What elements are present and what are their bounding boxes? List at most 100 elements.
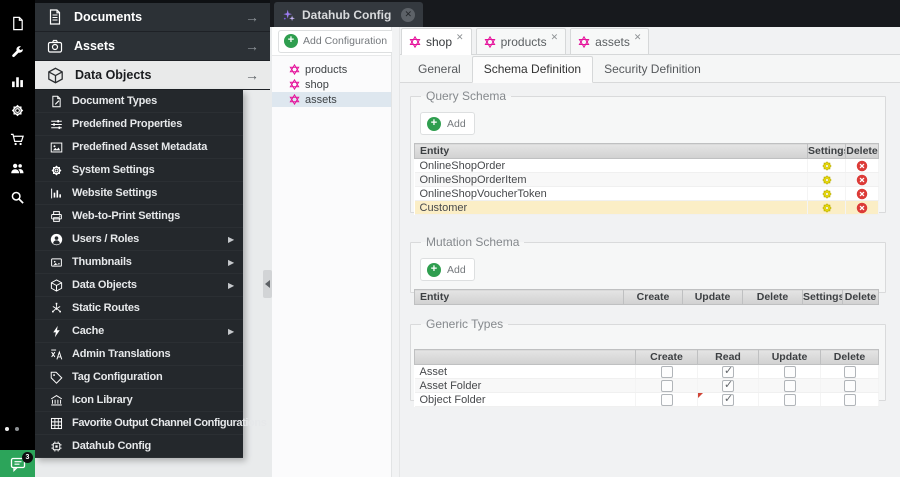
framed-image-icon — [50, 141, 63, 154]
tree-item-shop[interactable]: shop — [272, 77, 391, 92]
column-header-delete[interactable]: Delete — [845, 143, 879, 159]
menu-item-users-roles[interactable]: Users / Roles ▶ — [35, 228, 243, 251]
create-checkbox[interactable] — [660, 379, 673, 392]
column-header-delete[interactable]: Delete — [820, 349, 879, 365]
menu-item-icon-library[interactable]: Icon Library — [35, 389, 243, 412]
mutation-schema-table: Entity Create Update Delete Settings Del… — [414, 289, 879, 305]
menu-section-assets[interactable]: Assets → — [35, 32, 270, 61]
bar-chart-icon[interactable] — [0, 67, 35, 96]
menu-section-data-objects[interactable]: Data Objects → — [35, 61, 270, 90]
tree-item-assets[interactable]: assets — [272, 92, 391, 107]
cube-icon — [50, 278, 63, 292]
workspace-tab-datahub-config[interactable]: Datahub Config ✕ — [274, 2, 424, 27]
tab-products[interactable]: products ✕ — [475, 28, 567, 54]
table-row[interactable]: OnlineShopVoucherToken — [414, 186, 879, 201]
menu-item-datahub-config[interactable]: Datahub Config — [35, 435, 243, 458]
close-icon[interactable]: ✕ — [401, 7, 416, 22]
delete-icon[interactable] — [856, 188, 868, 200]
column-header-update[interactable]: Update — [682, 289, 743, 305]
column-header-entity[interactable]: Entity — [414, 289, 624, 305]
translate-icon — [50, 348, 63, 361]
read-checkbox[interactable] — [722, 365, 734, 378]
delete-checkbox[interactable] — [843, 365, 856, 378]
search-icon[interactable] — [0, 183, 35, 212]
menu-section-label: Documents — [74, 10, 143, 24]
query-schema-add-button[interactable]: + Add — [420, 112, 475, 135]
table-row[interactable]: OnlineShopOrder — [414, 158, 879, 173]
menu-item-label: Static Routes — [72, 302, 140, 314]
wrench-icon[interactable] — [0, 38, 35, 67]
column-header-update[interactable]: Update — [758, 349, 821, 365]
sidebar-collapse-handle[interactable] — [263, 270, 272, 298]
update-checkbox[interactable] — [783, 365, 796, 378]
settings-gear-icon[interactable] — [821, 160, 833, 172]
gear-icon[interactable] — [0, 96, 35, 125]
add-configuration-label: Add Configuration — [303, 35, 388, 47]
settings-gear-icon[interactable] — [821, 174, 833, 186]
column-header-entity[interactable]: Entity — [414, 143, 808, 159]
table-row[interactable]: OnlineShopOrderItem — [414, 172, 879, 187]
settings-gear-icon[interactable] — [821, 202, 833, 214]
menu-item-tag-configuration[interactable]: Tag Configuration — [35, 366, 243, 389]
notifications-button[interactable]: 3 — [0, 450, 35, 477]
panel-splitter[interactable] — [392, 27, 400, 477]
document-types-icon — [50, 95, 63, 108]
create-checkbox[interactable] — [660, 365, 673, 378]
menu-item-label: Datahub Config — [72, 440, 152, 452]
delete-icon[interactable] — [856, 202, 868, 214]
close-icon[interactable]: ✕ — [456, 32, 464, 43]
menu-item-system-settings[interactable]: System Settings — [35, 159, 243, 182]
tab-assets[interactable]: assets ✕ — [570, 28, 650, 54]
delete-checkbox[interactable] — [843, 379, 856, 392]
table-row: Asset Folder — [414, 378, 879, 393]
column-header-delete[interactable]: Delete — [842, 289, 879, 305]
menu-item-predefined-asset-metadata[interactable]: Predefined Asset Metadata — [35, 136, 243, 159]
close-icon[interactable]: ✕ — [634, 32, 642, 43]
cart-icon[interactable] — [0, 125, 35, 154]
read-checkbox[interactable] — [722, 393, 734, 406]
update-checkbox[interactable] — [783, 393, 796, 406]
document-icon[interactable] — [0, 9, 35, 38]
column-header-settings[interactable]: Settings — [807, 143, 846, 159]
menu-item-static-routes[interactable]: Static Routes — [35, 297, 243, 320]
menu-section-documents[interactable]: Documents → — [35, 3, 270, 32]
chevron-right-icon: ▶ — [228, 234, 234, 244]
subtab-general[interactable]: General — [407, 56, 472, 82]
schema-definition-content: Query Schema + Add Entity Settings Delet… — [400, 83, 900, 477]
column-header-read[interactable]: Read — [697, 349, 759, 365]
menu-item-favorite-output-channel-configurations[interactable]: Favorite Output Channel Configurations — [35, 412, 267, 435]
delete-icon[interactable] — [856, 174, 868, 186]
column-header-create[interactable]: Create — [623, 289, 683, 305]
tree-item-label: shop — [305, 78, 329, 91]
menu-section-label: Assets — [74, 39, 115, 53]
subtab-schema-definition[interactable]: Schema Definition — [471, 56, 594, 83]
close-icon[interactable]: ✕ — [551, 32, 559, 43]
settings-gear-icon[interactable] — [821, 188, 833, 200]
menu-item-thumbnails[interactable]: Thumbnails ▶ — [35, 251, 243, 274]
tab-shop[interactable]: shop ✕ — [401, 28, 472, 55]
column-header-delete[interactable]: Delete — [742, 289, 803, 305]
menu-item-label: Web-to-Print Settings — [72, 210, 181, 222]
menu-item-cache[interactable]: Cache ▶ — [35, 320, 243, 343]
hexagram-icon — [484, 36, 496, 48]
editor-tabstrip: shop ✕ products ✕ assets ✕ — [400, 27, 900, 55]
delete-checkbox[interactable] — [843, 393, 856, 406]
delete-icon[interactable] — [856, 160, 868, 172]
menu-item-document-types[interactable]: Document Types — [35, 90, 243, 113]
tree-item-products[interactable]: products — [272, 62, 391, 77]
menu-item-data-objects[interactable]: Data Objects ▶ — [35, 274, 243, 297]
menu-item-predefined-properties[interactable]: Predefined Properties — [35, 113, 243, 136]
subtab-security-definition[interactable]: Security Definition — [593, 56, 712, 82]
table-row-highlighted[interactable]: Customer — [414, 200, 879, 215]
menu-item-admin-translations[interactable]: Admin Translations — [35, 343, 243, 366]
menu-item-web-to-print-settings[interactable]: Web-to-Print Settings — [35, 205, 243, 228]
column-header-settings[interactable]: Settings — [802, 289, 843, 305]
update-checkbox[interactable] — [783, 379, 796, 392]
read-checkbox[interactable] — [722, 379, 734, 392]
users-icon[interactable] — [0, 154, 35, 183]
create-checkbox[interactable] — [660, 393, 673, 406]
arrow-right-icon: → — [245, 9, 259, 25]
mutation-schema-add-button[interactable]: + Add — [420, 258, 475, 281]
menu-item-website-settings[interactable]: Website Settings — [35, 182, 243, 205]
column-header-create[interactable]: Create — [635, 349, 698, 365]
